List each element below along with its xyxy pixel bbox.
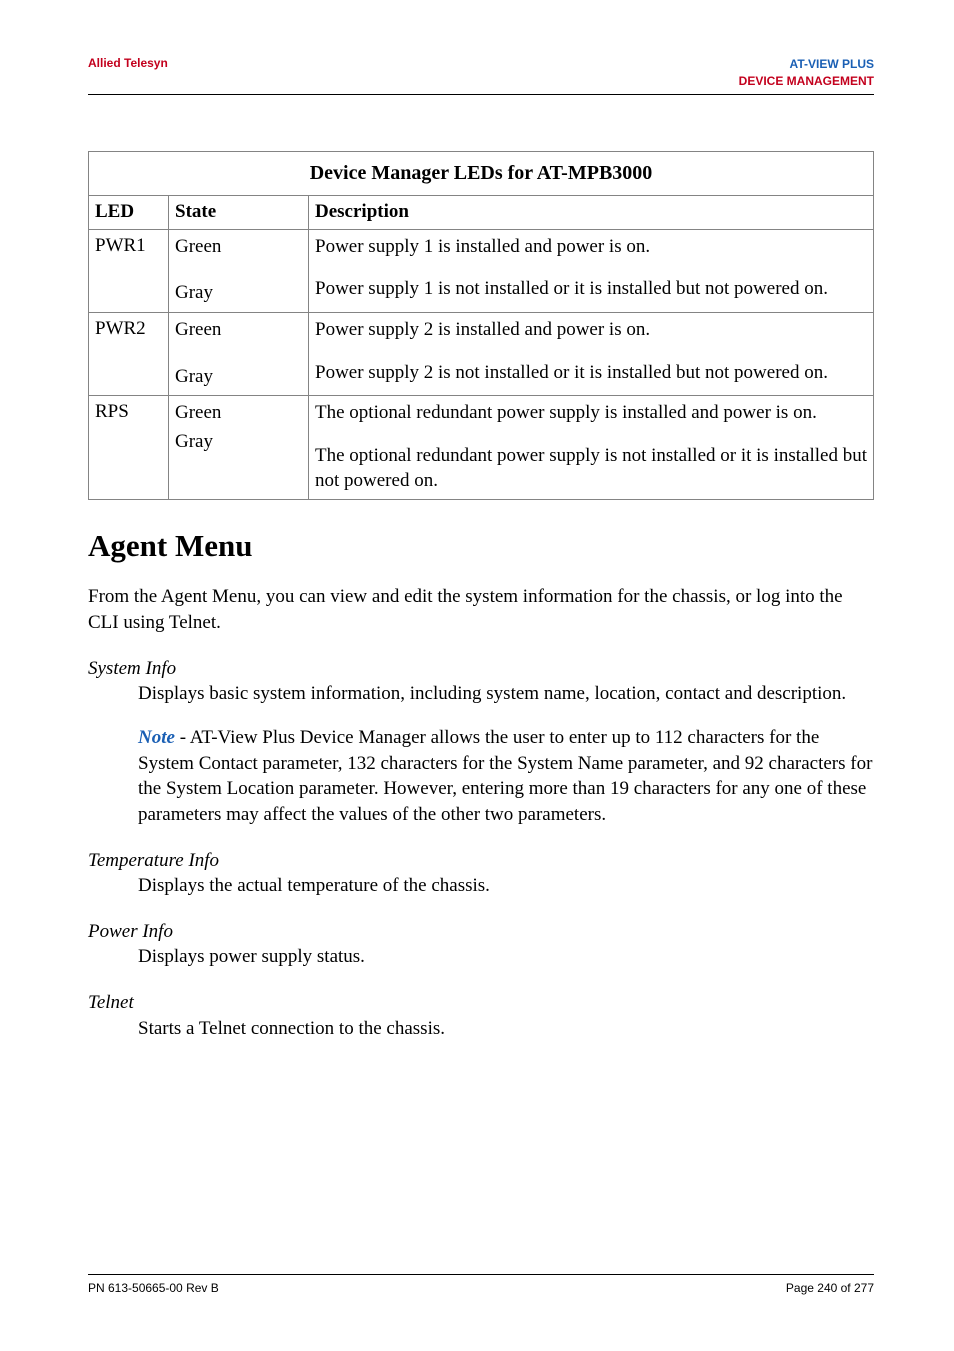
table-row: RPS Green Gray The optional redundant po… (89, 396, 874, 500)
desc-text: Power supply 1 is not installed or it is… (315, 277, 867, 302)
temperature-info-block: Temperature Info Displays the actual tem… (88, 848, 874, 899)
power-info-block: Power Info Displays power supply status. (88, 919, 874, 970)
cell-led: PWR1 (89, 229, 169, 312)
telnet-block: Telnet Starts a Telnet connection to the… (88, 990, 874, 1041)
table-row: PWR1 Green Gray Power supply 1 is instal… (89, 229, 874, 312)
header-right: AT-VIEW PLUS DEVICE MANAGEMENT (739, 56, 874, 90)
term: System Info (88, 656, 874, 682)
desc-text: Power supply 2 is not installed or it is… (315, 361, 867, 386)
term: Temperature Info (88, 848, 874, 874)
state-value: Green (175, 236, 221, 257)
desc-text: The optional redundant power supply is i… (315, 401, 867, 426)
desc-text: Power supply 2 is installed and power is… (315, 318, 867, 343)
cell-desc: Power supply 1 is installed and power is… (309, 229, 874, 312)
footer-right: Page 240 of 277 (786, 1281, 874, 1295)
header-right-line2: DEVICE MANAGEMENT (739, 73, 874, 90)
col-head-state: State (169, 195, 309, 229)
definition: Displays basic system information, inclu… (138, 681, 874, 707)
note-paragraph: Note - AT-View Plus Device Manager allow… (138, 725, 874, 828)
cell-state: Green Gray (169, 312, 309, 395)
state-value: Green (175, 402, 221, 423)
col-head-led: LED (89, 195, 169, 229)
desc-text: The optional redundant power supply is n… (315, 444, 867, 493)
cell-state: Green Gray (169, 396, 309, 500)
state-value: Green (175, 319, 221, 340)
col-head-desc: Description (309, 195, 874, 229)
cell-desc: Power supply 2 is installed and power is… (309, 312, 874, 395)
table-header-row: LED State Description (89, 195, 874, 229)
header-right-line1: AT-VIEW PLUS (739, 56, 874, 73)
desc-text: Power supply 1 is installed and power is… (315, 235, 867, 260)
state-value: Gray (175, 282, 213, 303)
state-value: Gray (175, 366, 213, 387)
page-footer: PN 613-50665-00 Rev B Page 240 of 277 (88, 1274, 874, 1295)
cell-desc: The optional redundant power supply is i… (309, 396, 874, 500)
leds-table: Device Manager LEDs for AT-MPB3000 LED S… (88, 151, 874, 501)
cell-led: PWR2 (89, 312, 169, 395)
page-header: Allied Telesyn AT-VIEW PLUS DEVICE MANAG… (88, 56, 874, 95)
term: Telnet (88, 990, 874, 1016)
definition: Displays the actual temperature of the c… (138, 873, 874, 899)
section-heading: Agent Menu (88, 528, 874, 564)
term: Power Info (88, 919, 874, 945)
note-rest: - AT-View Plus Device Manager allows the… (138, 727, 872, 825)
note-label: Note (138, 727, 175, 748)
header-left: Allied Telesyn (88, 56, 168, 70)
table-row: PWR2 Green Gray Power supply 2 is instal… (89, 312, 874, 395)
definition: Displays power supply status. (138, 944, 874, 970)
table-caption: Device Manager LEDs for AT-MPB3000 (88, 151, 874, 195)
cell-led: RPS (89, 396, 169, 500)
definition: Starts a Telnet connection to the chassi… (138, 1016, 874, 1042)
state-value: Gray (175, 431, 213, 452)
footer-left: PN 613-50665-00 Rev B (88, 1281, 219, 1295)
cell-state: Green Gray (169, 229, 309, 312)
intro-paragraph: From the Agent Menu, you can view and ed… (88, 584, 874, 635)
system-info-block: System Info Displays basic system inform… (88, 656, 874, 828)
